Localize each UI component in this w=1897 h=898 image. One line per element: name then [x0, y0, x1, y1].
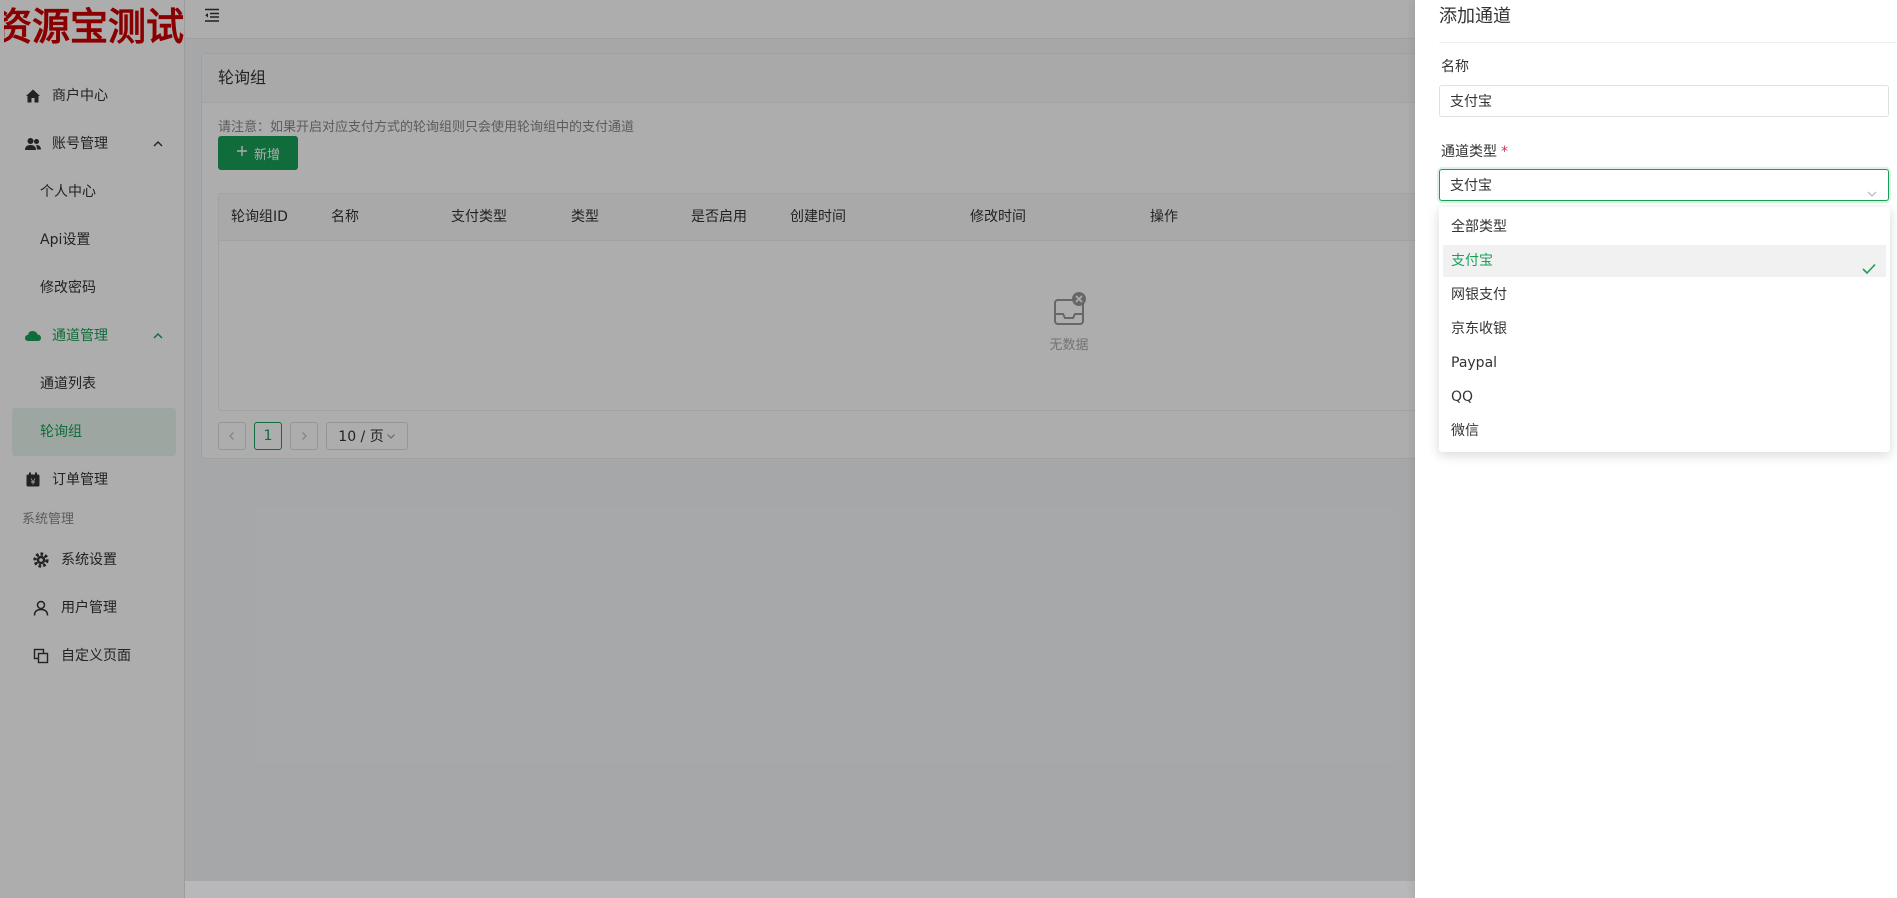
- chevron-down-icon: [1866, 180, 1878, 197]
- drawer-title: 添加通道: [1439, 0, 1897, 43]
- dropdown-option[interactable]: 京东收银: [1443, 313, 1886, 345]
- channel-type-label-text: 通道类型: [1441, 144, 1497, 160]
- add-channel-drawer: 添加通道 名称 支付宝 通道类型 * 支付宝 全部类型 支付宝 网银支付 京东收银…: [1415, 0, 1897, 898]
- dropdown-option-label: 支付宝: [1451, 253, 1493, 269]
- name-field[interactable]: 支付宝: [1439, 85, 1889, 117]
- required-asterisk: *: [1501, 144, 1508, 160]
- dropdown-option[interactable]: QQ: [1443, 381, 1886, 413]
- dropdown-option[interactable]: Paypal: [1443, 347, 1886, 379]
- dropdown-option[interactable]: 微信: [1443, 415, 1886, 447]
- channel-type-label: 通道类型 *: [1441, 141, 1508, 161]
- horizontal-scrollbar[interactable]: [185, 881, 1415, 898]
- channel-type-dropdown: 全部类型 支付宝 网银支付 京东收银 Paypal QQ 微信: [1439, 207, 1890, 452]
- modal-mask[interactable]: [0, 0, 1415, 898]
- channel-type-select[interactable]: 支付宝: [1439, 169, 1889, 201]
- channel-type-value: 支付宝: [1450, 178, 1492, 194]
- dropdown-option-selected[interactable]: 支付宝: [1443, 245, 1886, 277]
- dropdown-option[interactable]: 全部类型: [1443, 211, 1886, 243]
- name-label: 名称: [1441, 59, 1469, 75]
- dropdown-option[interactable]: 网银支付: [1443, 279, 1886, 311]
- checkmark-icon: [1862, 255, 1876, 275]
- app-root: 资源宝测试 商户中心 账号管理 个人中心 Api设置 修改密码 通道管理 通道列…: [0, 0, 1897, 898]
